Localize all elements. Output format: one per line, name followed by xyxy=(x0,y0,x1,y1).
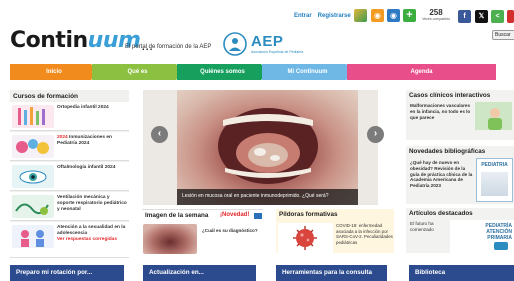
featured-book-title: PEDIATRÍA ATENCIÓN PRIMARIA xyxy=(485,223,512,241)
logo-prefix: Contin xyxy=(10,28,88,53)
clinical-cases-title: Casos clínicos interactivos xyxy=(409,92,491,99)
aep-subtitle: Asociación Española de Pediatría xyxy=(251,50,304,54)
course-item[interactable]: Oftalmología infantil 2024 xyxy=(10,162,129,191)
share-icon[interactable]: < xyxy=(491,10,504,23)
sexuality-thumbnail xyxy=(12,225,54,248)
search-button[interactable]: Buscar xyxy=(492,30,514,40)
course-badge: 2024 xyxy=(57,135,68,140)
featured-articles-section[interactable]: Artículos destacados El futuro ha comenz… xyxy=(406,208,514,253)
course-title: Ortopedia infantil 2024 xyxy=(57,105,109,110)
clinical-case-image xyxy=(475,102,512,130)
book-title: PEDIATRIA xyxy=(481,162,508,168)
carousel-caption[interactable]: Lesión en mucosa oral en paciente inmuno… xyxy=(177,189,358,205)
external-icon[interactable] xyxy=(507,10,514,23)
flag-icon xyxy=(254,213,262,219)
carousel-slide[interactable] xyxy=(177,90,358,205)
x-icon[interactable]: 𝕏 xyxy=(475,10,488,23)
course-title: Ventilación mecánica y soporte respirato… xyxy=(57,195,127,212)
course-item[interactable]: Atención a la sexualidad en la adolescen… xyxy=(10,222,129,258)
pap-logo-icon xyxy=(494,242,508,250)
pediatria-ap-cover: PEDIATRÍA ATENCIÓN PRIMARIA xyxy=(450,220,514,253)
course-title: Oftalmología infantil 2024 xyxy=(57,165,116,170)
register-link[interactable]: Registrarse xyxy=(318,13,351,19)
main-nav: Inicio Qué es Quiénes somos Mi Continuum… xyxy=(10,64,514,80)
mouth-lesion-image xyxy=(218,108,318,184)
clinical-cases-section[interactable]: Casos clínicos interactivos Malformacion… xyxy=(406,90,514,140)
share-label: Veces compartido xyxy=(422,17,450,21)
plus-icon[interactable]: + xyxy=(403,9,416,22)
course-item[interactable]: Ventilación mecánica y soporte respirato… xyxy=(10,192,129,221)
aep-text: AEP xyxy=(251,33,284,50)
news-section[interactable]: Novedades bibliográficas ¿Qué hay de nue… xyxy=(406,146,514,204)
image-week-question: ¿Cuál es su diagnóstico? xyxy=(202,228,258,233)
news-text: ¿Qué hay de nuevo en obesidad? Revisión … xyxy=(410,160,473,189)
account-links: Entrar Registrarse xyxy=(294,13,351,19)
virus-image xyxy=(278,223,333,253)
tab-biblioteca[interactable]: Biblioteca xyxy=(409,265,514,281)
share-counter: 258 Veces compartido xyxy=(421,8,451,21)
right-panel: Casos clínicos interactivos Malformacion… xyxy=(406,90,514,253)
header: Continuum... El portal de formación de l… xyxy=(0,0,514,62)
book-icon[interactable] xyxy=(354,9,367,22)
immunization-thumbnail xyxy=(12,135,54,158)
carousel-prev-button[interactable]: ‹ xyxy=(151,126,168,143)
course-title: Atención a la sexualidad en la adolescen… xyxy=(57,225,126,236)
featured-carousel: Lesión en mucosa oral en paciente inmuno… xyxy=(143,90,384,205)
nav-item-mi-continuum[interactable]: Mi Continuum xyxy=(262,64,353,80)
nav-item-que-es[interactable]: Qué es xyxy=(92,64,183,80)
nav-item-inicio[interactable]: Inicio xyxy=(10,64,98,80)
course-item[interactable]: Ortopedia infantil 2024 xyxy=(10,102,129,131)
image-of-week[interactable]: Imagen de la semana ¡Novedad! ¿Cuál es s… xyxy=(142,209,263,254)
new-label: ¡Novedad! xyxy=(220,212,250,218)
course-item[interactable]: 2024 Inmunizaciones en Pediatría 2024 xyxy=(10,132,129,161)
courses-panel: Cursos de formación Ortopedia infantil 2… xyxy=(10,90,129,258)
carousel-next-button[interactable]: › xyxy=(367,126,384,143)
image-week-thumbnail xyxy=(143,224,197,254)
login-link[interactable]: Entrar xyxy=(294,13,312,19)
aep-logo-icon[interactable] xyxy=(222,32,248,56)
news-title: Novedades bibliográficas xyxy=(409,148,486,155)
tab-herramientas[interactable]: Herramientas para la consulta xyxy=(276,265,387,281)
rss-icon[interactable]: ◉ xyxy=(371,9,384,22)
pildoras-formativas[interactable]: Píldoras formativas COVID-19: enfermedad… xyxy=(276,209,394,253)
share-count: 258 xyxy=(429,8,443,17)
ventilation-thumbnail xyxy=(12,195,54,218)
tab-preparo-rotacion[interactable]: Preparo mi rotación por... xyxy=(10,265,124,281)
ophthalmology-thumbnail xyxy=(12,165,54,188)
pediatria-book-cover: PEDIATRIA xyxy=(476,158,513,202)
facebook-icon[interactable]: f xyxy=(458,10,471,23)
pildoras-title: Píldoras formativas xyxy=(279,211,338,218)
pildoras-text: COVID-19: enfermedad asociada a la infec… xyxy=(336,223,393,245)
clinical-cases-text: Malformaciones vasculares en la infancia… xyxy=(410,103,471,120)
featured-text: El futuro ha comenzado xyxy=(410,221,434,232)
nav-item-quienes-somos[interactable]: Quiénes somos xyxy=(177,64,268,80)
orthopedics-thumbnail xyxy=(12,105,54,128)
tab-actualizacion[interactable]: Actualización en... xyxy=(143,265,256,281)
featured-title: Artículos destacados xyxy=(409,210,473,217)
corrected-answers-link[interactable]: Ver respuestas corregidas xyxy=(57,237,117,242)
nav-item-agenda[interactable]: Agenda xyxy=(347,64,496,80)
tagline: El portal de formación de la AEP xyxy=(125,44,212,50)
rss-blue-icon[interactable]: ◉ xyxy=(387,9,400,22)
